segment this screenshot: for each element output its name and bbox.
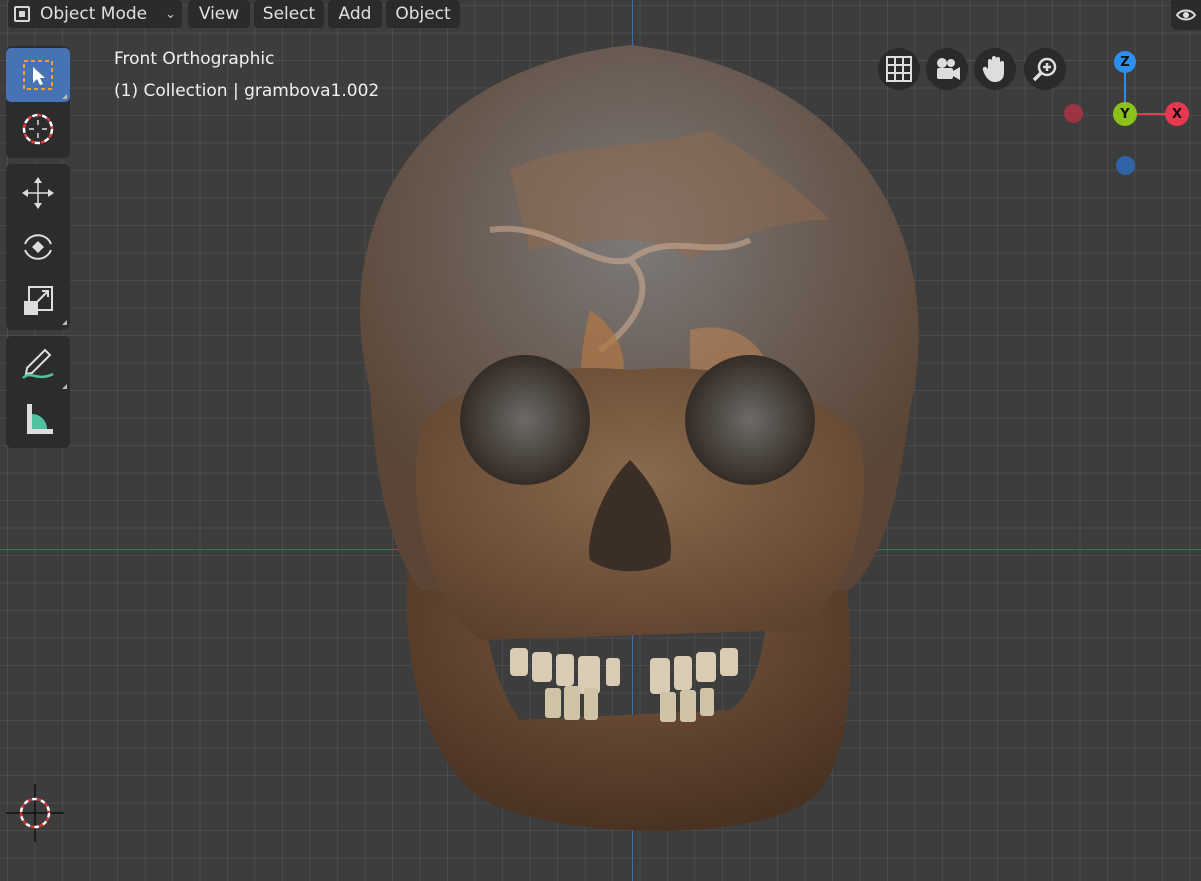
visibility-button[interactable] <box>1171 0 1201 30</box>
tool-group-annotate <box>6 336 70 448</box>
right-eye-socket <box>685 355 815 485</box>
camera-icon <box>937 58 960 80</box>
skull-model[interactable] <box>330 30 940 850</box>
scale-icon <box>24 286 53 315</box>
chevron-down-icon: ⌄ <box>165 6 176 22</box>
pan-view-button[interactable] <box>974 48 1016 90</box>
tool-variant-indicator <box>62 384 67 389</box>
cursor-tool[interactable] <box>6 102 70 156</box>
menu-add[interactable]: Add <box>328 0 382 28</box>
gizmo-x-axis[interactable]: X <box>1165 102 1189 126</box>
menu-view[interactable]: View <box>188 0 250 28</box>
camera-view-button[interactable] <box>926 48 968 90</box>
cursor-3d-icon <box>22 113 54 145</box>
gizmo-y-axis[interactable]: Y <box>1113 102 1137 126</box>
select-box-icon <box>23 60 53 90</box>
view-name: Front Orthographic <box>114 49 275 69</box>
measure-icon <box>27 404 53 434</box>
annotate-pencil-icon <box>22 348 54 379</box>
move-icon <box>22 177 54 209</box>
move-tool[interactable] <box>6 166 70 220</box>
zoom-icon <box>1032 57 1057 82</box>
rotate-icon <box>24 234 52 260</box>
collection-info: (1) Collection | grambova1.002 <box>114 81 380 101</box>
hand-icon <box>982 56 1004 82</box>
3d-cursor-icon[interactable] <box>6 784 64 842</box>
tool-variant-indicator <box>62 320 67 325</box>
gizmo-negative-z-axis[interactable] <box>1116 156 1135 175</box>
tool-group-transform <box>6 164 70 330</box>
eye-icon <box>1176 9 1196 21</box>
menu-object[interactable]: Object <box>386 0 460 28</box>
tool-shelf <box>6 46 70 454</box>
upper-teeth <box>510 648 738 694</box>
scale-tool[interactable] <box>6 274 70 328</box>
tool-variant-indicator <box>62 94 67 99</box>
tool-group-select <box>6 46 70 158</box>
mode-dropdown[interactable]: Object Mode ⌄ <box>8 0 182 28</box>
gizmo-negative-x-axis[interactable] <box>1064 104 1083 123</box>
menu-select[interactable]: Select <box>254 0 324 28</box>
grid-icon <box>886 56 912 82</box>
select-box-tool[interactable] <box>6 48 70 102</box>
toggle-ortho-button[interactable] <box>878 48 920 90</box>
left-eye-socket <box>460 355 590 485</box>
measure-tool[interactable] <box>6 392 70 446</box>
gizmo-z-axis[interactable]: Z <box>1114 51 1136 73</box>
mode-label: Object Mode <box>40 4 148 24</box>
object-mode-icon <box>14 6 30 22</box>
rotate-tool[interactable] <box>6 220 70 274</box>
annotate-tool[interactable] <box>6 338 70 392</box>
